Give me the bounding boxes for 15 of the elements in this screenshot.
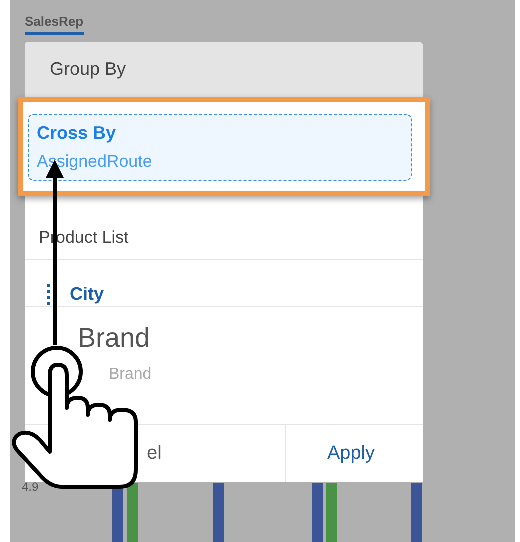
drop-position-label: Brand — [109, 366, 152, 384]
drop-zone[interactable]: Cross By AssignedRoute — [28, 114, 412, 181]
field-item[interactable]: City — [70, 284, 104, 304]
apply-button[interactable]: Apply — [284, 425, 423, 482]
axis-label: 4.9 — [22, 480, 39, 494]
panel-header: Group By — [25, 42, 423, 97]
cross-by-title: Cross By — [37, 123, 118, 144]
tab[interactable]: SalesRep — [25, 14, 84, 35]
chart-bar — [213, 483, 224, 542]
chart-bar — [127, 483, 138, 542]
dragged-field[interactable]: Brand — [47, 322, 150, 354]
cross-by-value: AssignedRoute — [37, 152, 154, 172]
chart-bar — [411, 483, 422, 542]
chart-bar — [312, 483, 323, 542]
chart-bar — [326, 483, 337, 542]
